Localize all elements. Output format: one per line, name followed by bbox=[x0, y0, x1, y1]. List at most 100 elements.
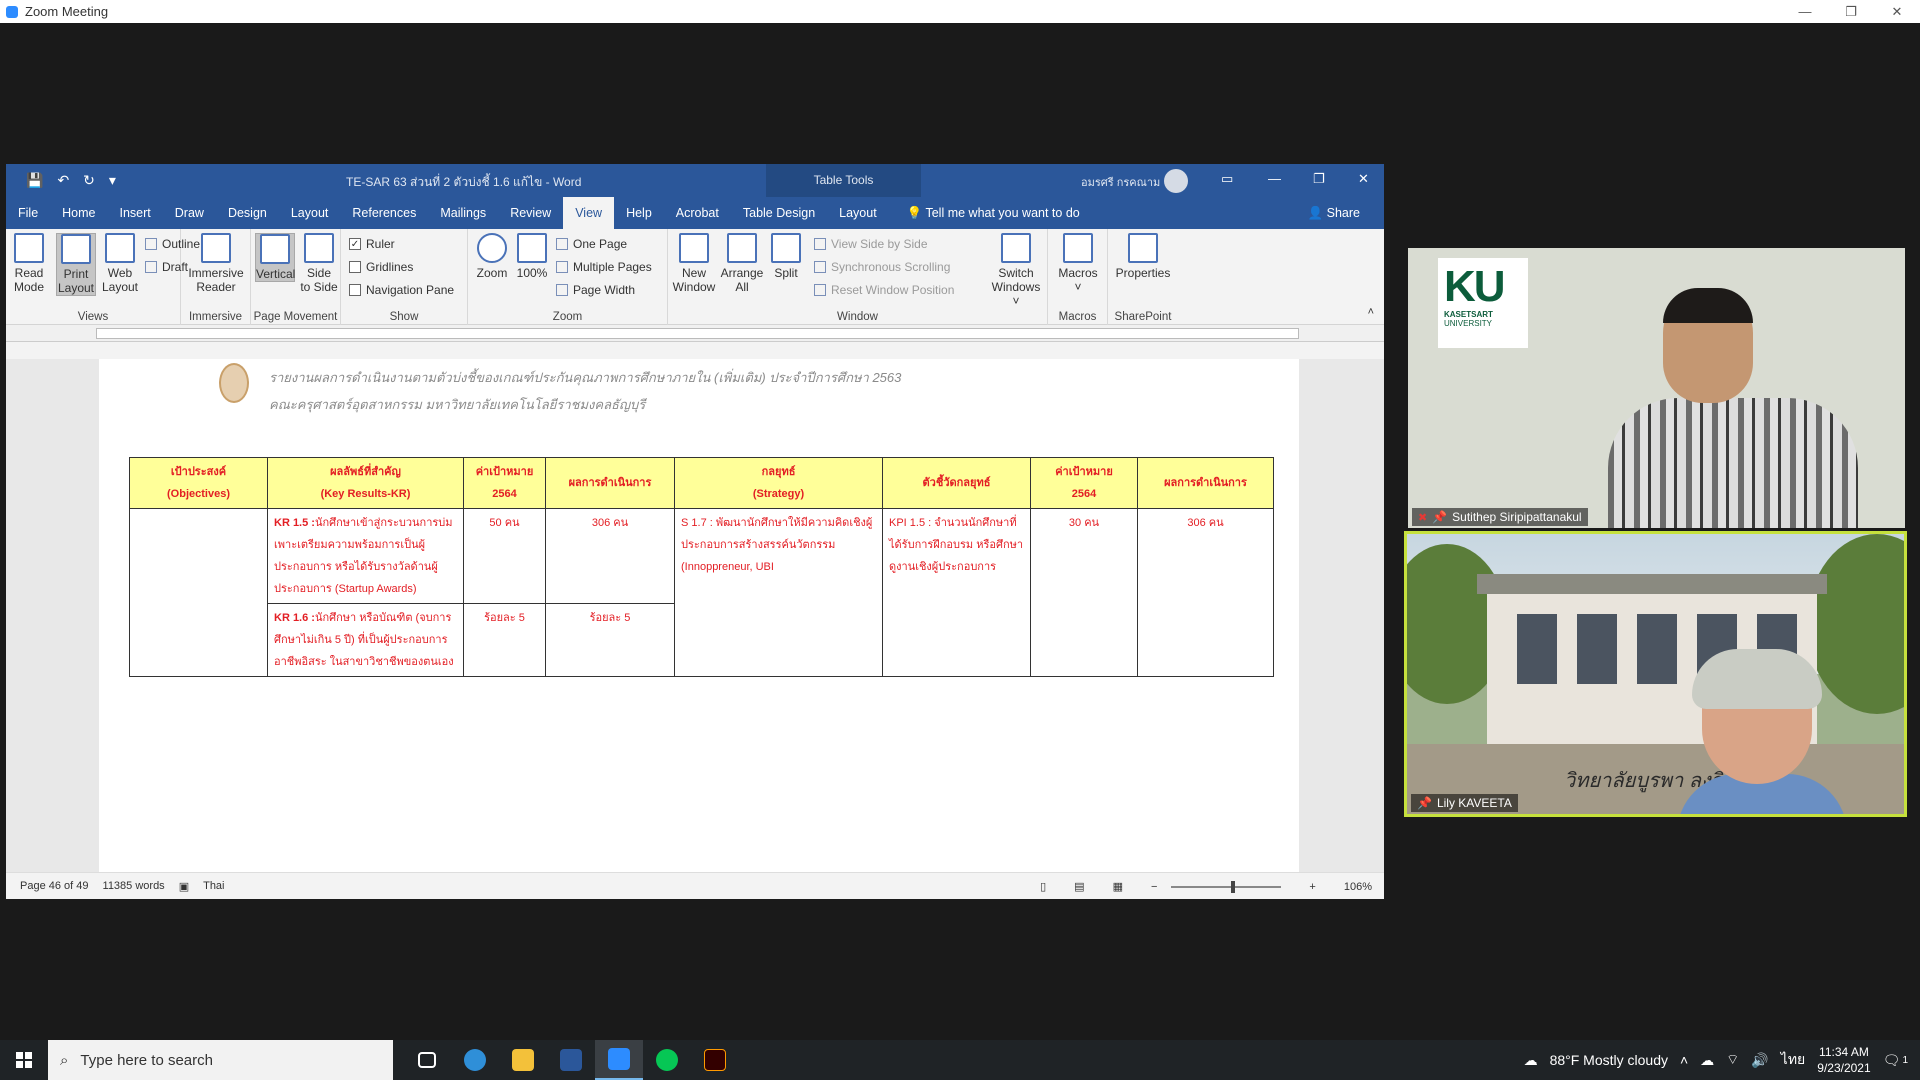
avatar[interactable] bbox=[1164, 169, 1188, 193]
multiple-pages-button[interactable]: Multiple Pages bbox=[556, 260, 652, 274]
restore-button[interactable]: ❐ bbox=[1828, 0, 1874, 23]
zoom-out-icon[interactable]: − bbox=[1151, 881, 1157, 893]
kr16-target[interactable]: ร้อยละ 5 bbox=[463, 603, 546, 677]
read-mode-view-icon[interactable]: ▯ bbox=[1040, 880, 1046, 893]
tab-layout[interactable]: Layout bbox=[279, 197, 341, 229]
file-explorer-icon[interactable] bbox=[499, 1040, 547, 1080]
side-to-side-button[interactable]: Side to Side bbox=[299, 233, 339, 294]
kr15-result[interactable]: 306 คน bbox=[545, 508, 675, 604]
taskbar-search[interactable]: ⌕ Type here to search bbox=[48, 1040, 393, 1080]
kr15-cell[interactable]: KR 1.5 :นักศึกษาเข้าสู่กระบวนการบ่มเพาะเ… bbox=[267, 508, 464, 604]
kr15-target[interactable]: 50 คน bbox=[463, 508, 546, 604]
web-layout-view-icon[interactable]: ▦ bbox=[1113, 880, 1123, 893]
navigation-pane-checkbox[interactable]: Navigation Pane bbox=[349, 283, 454, 297]
word-restore-button[interactable]: ❐ bbox=[1313, 171, 1325, 187]
strategy-cell[interactable]: S 1.7 : พัฒนานักศึกษาให้มีความคิดเชิงผู้… bbox=[674, 508, 883, 677]
web-layout-button[interactable]: Web Layout bbox=[100, 233, 140, 294]
tab-draw[interactable]: Draw bbox=[163, 197, 216, 229]
kpi-cell[interactable]: KPI 1.5 : จำนวนนักศึกษาที่ได้รับการฝึกอบ… bbox=[882, 508, 1031, 677]
gridlines-checkbox[interactable]: Gridlines bbox=[349, 260, 413, 274]
illustrator-app-icon[interactable] bbox=[691, 1040, 739, 1080]
word-app-icon[interactable] bbox=[547, 1040, 595, 1080]
print-layout-button[interactable]: Print Layout bbox=[56, 233, 96, 296]
reset-window-position-button[interactable]: Reset Window Position bbox=[814, 283, 954, 297]
language-indicator[interactable]: Thai bbox=[203, 880, 224, 892]
clock[interactable]: 11:34 AM 9/23/2021 bbox=[1817, 1044, 1870, 1076]
minimize-button[interactable]: — bbox=[1782, 0, 1828, 23]
objectives-cell[interactable] bbox=[129, 508, 268, 677]
tab-help[interactable]: Help bbox=[614, 197, 664, 229]
weather-icon[interactable]: ☁ bbox=[1524, 1052, 1538, 1069]
kpi-result[interactable]: 306 คน bbox=[1137, 508, 1274, 677]
word-minimize-button[interactable]: — bbox=[1268, 171, 1281, 186]
undo-icon[interactable]: ↶ bbox=[57, 172, 69, 189]
zoom-100-button[interactable]: 100% bbox=[514, 233, 550, 280]
save-icon[interactable]: 💾 bbox=[26, 172, 43, 189]
synchronous-scrolling-button[interactable]: Synchronous Scrolling bbox=[814, 260, 950, 274]
immersive-reader-button[interactable]: Immersive Reader bbox=[186, 233, 246, 294]
task-view-icon[interactable] bbox=[403, 1040, 451, 1080]
word-close-button[interactable]: ✕ bbox=[1358, 171, 1369, 187]
input-language[interactable]: ไทย bbox=[1781, 1049, 1805, 1071]
ruler-checkbox[interactable]: ✓ Ruler bbox=[349, 237, 395, 251]
macros-button[interactable]: Macros ˅ bbox=[1056, 233, 1100, 294]
tab-design[interactable]: Design bbox=[216, 197, 279, 229]
word-count[interactable]: 11385 words bbox=[103, 880, 165, 892]
close-button[interactable]: ✕ bbox=[1874, 0, 1920, 23]
ribbon-display-options-icon[interactable]: ▭ bbox=[1221, 171, 1233, 187]
tab-table-layout[interactable]: Layout bbox=[827, 197, 889, 229]
volume-icon[interactable]: 🔊 bbox=[1751, 1052, 1768, 1069]
tell-me-search[interactable]: 💡 Tell me what you want to do bbox=[907, 197, 1080, 229]
properties-button[interactable]: Properties bbox=[1113, 233, 1173, 280]
page-count[interactable]: Page 46 of 49 bbox=[20, 880, 89, 892]
kr16-result[interactable]: ร้อยละ 5 bbox=[545, 603, 675, 677]
vertical-button[interactable]: Vertical bbox=[255, 233, 295, 282]
tab-table-design[interactable]: Table Design bbox=[731, 197, 827, 229]
collapse-ribbon-icon[interactable]: ˄ bbox=[1368, 306, 1374, 318]
network-icon[interactable]: ⌔ bbox=[1726, 1051, 1739, 1069]
document-page[interactable]: รายงานผลการดำเนินงานตามตัวบ่งชี้ของเกณฑ์… bbox=[99, 359, 1299, 872]
kr-table[interactable]: เป้าประสงค์ (Objectives) ผลลัพธ์ที่สำคัญ (… bbox=[129, 457, 1274, 677]
kpi-target[interactable]: 30 คน bbox=[1030, 508, 1138, 677]
tab-view[interactable]: View bbox=[563, 197, 615, 229]
split-button[interactable]: Split bbox=[768, 233, 804, 280]
redo-icon[interactable]: ↻ bbox=[83, 172, 95, 189]
show-hidden-icons-icon[interactable]: ˄ bbox=[1680, 1052, 1688, 1068]
one-page-button[interactable]: One Page bbox=[556, 237, 627, 251]
customize-qat-icon[interactable]: ▾ bbox=[109, 172, 116, 189]
edge-icon[interactable] bbox=[451, 1040, 499, 1080]
page-width-button[interactable]: Page Width bbox=[556, 283, 635, 297]
tab-review[interactable]: Review bbox=[498, 197, 563, 229]
proofing-icon[interactable]: ▣ bbox=[179, 880, 189, 893]
horizontal-ruler[interactable] bbox=[6, 325, 1384, 342]
document-area[interactable]: รายงานผลการดำเนินงานตามตัวบ่งชี้ของเกณฑ์… bbox=[6, 359, 1384, 872]
notification-icon[interactable]: 🗨 bbox=[1883, 1052, 1901, 1069]
tab-acrobat[interactable]: Acrobat bbox=[664, 197, 731, 229]
share-button[interactable]: 👤 Share bbox=[1308, 197, 1360, 229]
tab-insert[interactable]: Insert bbox=[108, 197, 163, 229]
tab-file[interactable]: File bbox=[6, 197, 50, 229]
read-mode-button[interactable]: Read Mode bbox=[10, 233, 48, 294]
zoom-app-icon[interactable] bbox=[595, 1040, 643, 1080]
zoom-slider[interactable] bbox=[1171, 880, 1282, 893]
weather-text[interactable]: 88°F Mostly cloudy bbox=[1550, 1052, 1668, 1068]
zoom-in-icon[interactable]: + bbox=[1309, 881, 1315, 893]
zoom-level[interactable]: 106% bbox=[1344, 881, 1372, 893]
tab-references[interactable]: References bbox=[340, 197, 428, 229]
muted-mic-icon: ✖ bbox=[1418, 511, 1428, 524]
new-window-button[interactable]: New Window bbox=[672, 233, 716, 294]
onedrive-icon[interactable]: ☁ bbox=[1700, 1052, 1714, 1069]
switch-windows-button[interactable]: Switch Windows ˅ bbox=[988, 233, 1044, 308]
kr16-cell[interactable]: KR 1.6 :นักศึกษา หรือบัณฑิต (จบการศึกษาไ… bbox=[267, 603, 464, 677]
view-side-by-side-button[interactable]: View Side by Side bbox=[814, 237, 928, 251]
participant-video-1[interactable]: KU KASETSART UNIVERSITY ✖ 📌 Sutithep Sir… bbox=[1408, 248, 1905, 528]
print-layout-view-icon[interactable]: ▤ bbox=[1074, 880, 1084, 893]
zoom-slider-thumb[interactable] bbox=[1231, 880, 1236, 893]
arrange-all-button[interactable]: Arrange All bbox=[720, 233, 764, 294]
tab-mailings[interactable]: Mailings bbox=[428, 197, 498, 229]
zoom-button[interactable]: Zoom bbox=[472, 233, 512, 280]
participant-video-2[interactable]: วิทยาลัยบูรพา ลงวิทย์ 📌 Lily KAVEETA bbox=[1404, 531, 1907, 817]
start-button[interactable] bbox=[0, 1040, 48, 1080]
tab-home[interactable]: Home bbox=[50, 197, 107, 229]
line-app-icon[interactable] bbox=[643, 1040, 691, 1080]
